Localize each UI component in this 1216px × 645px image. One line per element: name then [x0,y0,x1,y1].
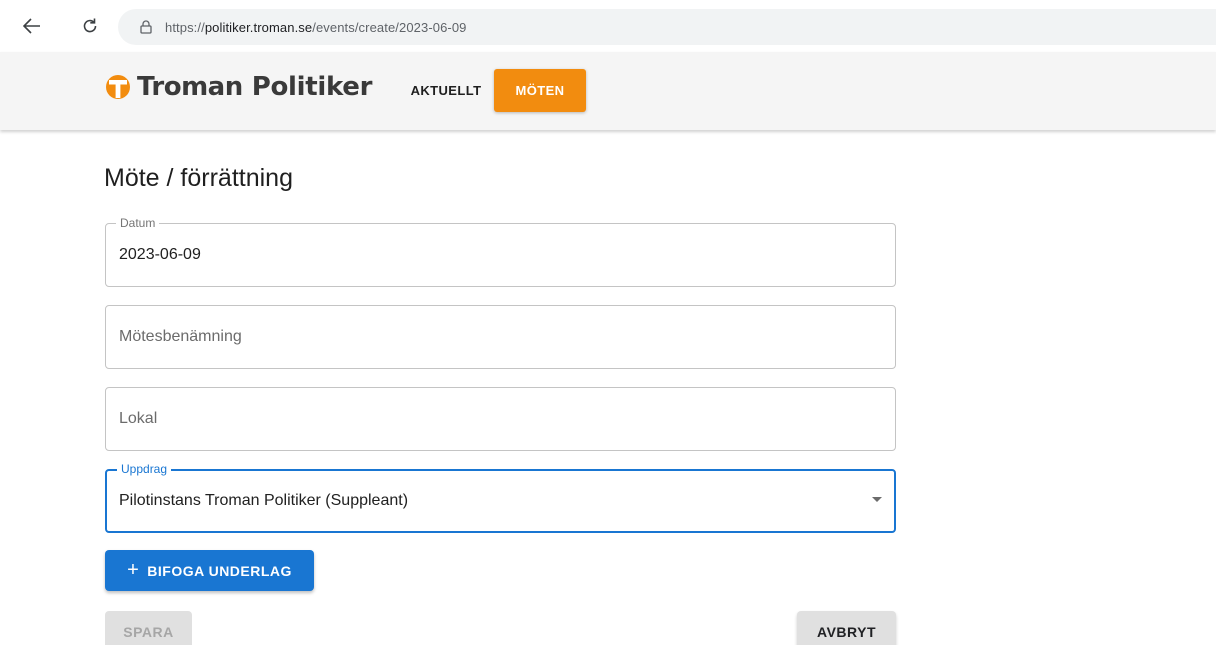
troman-logo-icon [106,75,130,99]
assignment-label: Uppdrag [117,462,172,476]
save-button[interactable]: SPARA [105,611,192,645]
cancel-button[interactable]: AVBRYT [797,611,896,645]
assignment-select[interactable]: Uppdrag Pilotinstans Troman Politiker (S… [105,462,896,533]
caret-down-icon[interactable] [872,497,882,502]
plus-icon: + [127,558,140,581]
url-text: https://politiker.troman.se/events/creat… [165,20,467,35]
logo-politiker-text: Politiker [251,72,373,102]
date-field[interactable]: Datum 2023-06-09 [105,216,896,287]
assignment-value: Pilotinstans Troman Politiker (Suppleant… [119,492,409,509]
attach-button-label: BIFOGA UNDERLAG [147,562,292,579]
app-header: Troman Politiker AKTUELLT MÖTEN [0,52,1216,130]
reload-icon[interactable] [78,14,102,38]
meeting-name-field[interactable]: Mötesbenämning [105,305,896,369]
back-arrow-icon[interactable] [20,14,44,38]
date-value: 2023-06-09 [119,246,201,263]
logo[interactable]: Troman Politiker [105,72,372,102]
nav-moten[interactable]: MÖTEN [494,69,586,112]
attach-documents-button[interactable]: + BIFOGA UNDERLAG [105,550,314,591]
address-bar[interactable]: https://politiker.troman.se/events/creat… [118,9,1216,45]
nav-aktuellt[interactable]: AKTUELLT [397,69,495,112]
url-prefix: https:// [165,19,205,35]
lock-icon[interactable] [140,19,154,35]
location-field[interactable]: Lokal [105,387,896,451]
page-title: Möte / förrättning [104,164,293,192]
location-placeholder: Lokal [119,410,158,427]
browser-toolbar: https://politiker.troman.se/events/creat… [0,0,1216,52]
url-domain: politiker.troman.se [204,19,313,35]
logo-troman-text: Troman [137,72,243,102]
url-path: /events/create/2023-06-09 [312,19,467,35]
meeting-name-placeholder: Mötesbenämning [119,328,242,345]
date-label: Datum [116,216,160,230]
